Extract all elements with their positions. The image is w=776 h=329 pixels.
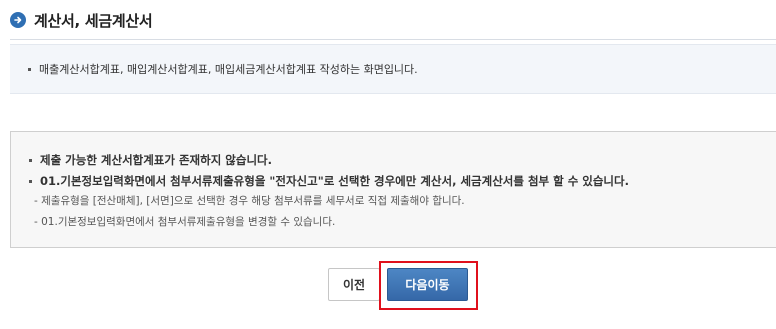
notice-item: 제출 가능한 계산서합계표가 존재하지 않습니다. [29, 149, 776, 171]
description-text: 매출계산서합계표, 매입계산서합계표, 매입세금계산서합계표 작성하는 화면입니… [39, 63, 418, 76]
arrow-right-circle-icon [10, 12, 26, 28]
bullet-icon [29, 159, 32, 162]
title-divider [10, 39, 776, 40]
description-box: 매출계산서합계표, 매입계산서합계표, 매입세금계산서합계표 작성하는 화면입니… [10, 44, 776, 94]
notice-sub-item: - 01.기본정보입력화면에서 첨부서류제출유형을 변경할 수 있습니다. [34, 216, 336, 228]
next-button[interactable]: 다음이동 [387, 268, 468, 301]
bullet-icon [29, 180, 32, 183]
bullet-icon [28, 67, 31, 71]
prev-button[interactable]: 이전 [328, 268, 380, 301]
page-title: 계산서, 세금계산서 [34, 11, 153, 30]
notice-sub-item: - 제출유형을 [전산매체], [서면]으로 선택한 경우 해당 첨부서류를 세… [34, 195, 465, 207]
page-header: 계산서, 세금계산서 [10, 10, 153, 30]
notice-no-data-text: 제출 가능한 계산서합계표가 존재하지 않습니다. [40, 153, 272, 167]
notice-box: 제출 가능한 계산서합계표가 존재하지 않습니다. 01.기본정보입력화면에서 … [10, 131, 776, 248]
page: 계산서, 세금계산서 매출계산서합계표, 매입계산서합계표, 매입세금계산서합계… [0, 0, 776, 329]
notice-item: 01.기본정보입력화면에서 첨부서류제출유형을 "전자신고"로 선택한 경우에만… [29, 171, 776, 191]
notice-attachment-text: 01.기본정보입력화면에서 첨부서류제출유형을 "전자신고"로 선택한 경우에만… [40, 174, 629, 188]
